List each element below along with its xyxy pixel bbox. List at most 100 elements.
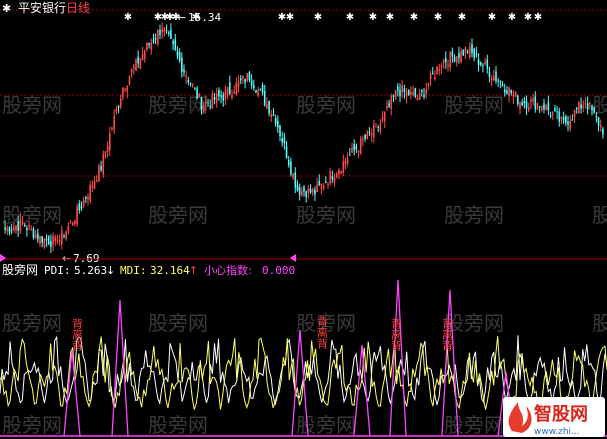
candle <box>460 47 462 64</box>
xin-label: 小心指数: <box>204 263 252 277</box>
star-marker-icon: ✱ <box>124 12 132 23</box>
candle <box>434 70 436 81</box>
watermark-text: 股旁网 <box>296 203 356 227</box>
candle <box>170 23 172 39</box>
candle <box>388 99 390 109</box>
star-marker-icon: ✱ <box>2 2 11 15</box>
candle <box>106 141 109 158</box>
candle <box>191 82 194 88</box>
candle <box>268 100 270 117</box>
chart-period: 日线 <box>66 1 90 15</box>
candle <box>373 120 375 144</box>
candle <box>418 88 421 101</box>
candle <box>246 73 249 83</box>
candle <box>410 86 412 100</box>
stock-chart: 股旁网股旁网股旁网股旁网股旁网股旁网股旁网股旁网股旁网股旁网股旁网股旁网股旁网股… <box>0 0 607 437</box>
candle <box>322 182 325 191</box>
scroll-left-icon[interactable] <box>0 254 6 262</box>
candle <box>449 50 451 72</box>
candle <box>534 91 537 113</box>
candle <box>342 154 345 177</box>
candle <box>220 90 222 104</box>
site-logo[interactable]: 智股网 www.zhi... <box>503 397 605 437</box>
indicator-name: 股旁网 <box>2 262 38 277</box>
candle <box>189 82 192 87</box>
candle <box>458 46 460 64</box>
candle <box>589 101 591 110</box>
candle <box>290 157 292 177</box>
candle <box>58 234 61 246</box>
candle <box>327 181 329 189</box>
scroll-right-icon[interactable] <box>290 254 296 262</box>
candle <box>536 102 539 110</box>
candle <box>157 29 159 47</box>
candle <box>597 116 600 132</box>
watermark-text: 股旁网 <box>444 413 504 437</box>
candle <box>209 99 211 110</box>
candle <box>416 94 419 101</box>
candle <box>495 66 497 84</box>
candle <box>547 95 550 115</box>
watermark-text: 股旁网 <box>2 93 62 117</box>
candle <box>41 235 43 248</box>
candle <box>462 49 465 56</box>
candle <box>473 47 475 62</box>
stock-name: 平安银行 <box>18 0 66 15</box>
candle <box>346 152 349 167</box>
candle <box>281 131 283 147</box>
watermark-text: 股旁网 <box>2 311 62 335</box>
candle <box>139 58 142 70</box>
watermark-text: 股旁网 <box>444 203 504 227</box>
candle <box>475 46 478 58</box>
candle <box>117 104 120 114</box>
star-marker-icon: ✱ <box>488 12 496 23</box>
candle <box>383 111 386 129</box>
candle <box>517 94 519 107</box>
candle <box>283 132 286 150</box>
candle <box>233 85 235 95</box>
candle <box>469 42 471 60</box>
candle <box>508 86 510 103</box>
candle <box>196 86 198 100</box>
candle <box>52 232 54 252</box>
candle <box>296 180 299 192</box>
candle <box>91 180 94 193</box>
candle <box>98 163 100 182</box>
candle <box>340 170 342 175</box>
candle <box>222 91 225 107</box>
candle <box>141 46 144 61</box>
candle <box>176 46 179 60</box>
candle <box>128 75 131 86</box>
candle <box>248 71 251 83</box>
candle <box>405 88 408 104</box>
candle <box>582 100 585 113</box>
candle <box>259 88 262 91</box>
star-marker-icon: ✱ <box>286 12 294 23</box>
candle <box>397 82 399 97</box>
candle <box>263 84 266 107</box>
candle <box>194 87 196 91</box>
candle <box>436 65 438 75</box>
candle <box>427 82 430 90</box>
pdi-arrow-icon: ↓ <box>106 264 115 277</box>
logo-name: 智股网 <box>534 403 588 425</box>
candle <box>575 107 578 114</box>
candle <box>69 220 72 224</box>
candle <box>224 85 227 106</box>
candle <box>56 235 59 244</box>
candle <box>309 184 312 195</box>
candle <box>344 157 347 170</box>
candle <box>285 140 288 159</box>
candle <box>429 70 432 86</box>
candle <box>538 105 541 113</box>
candle <box>554 104 556 112</box>
candle <box>270 109 273 122</box>
candle <box>311 187 314 197</box>
candle <box>471 38 473 58</box>
candle <box>527 102 530 113</box>
candle <box>578 100 580 114</box>
candle <box>599 119 602 132</box>
candle <box>445 51 447 69</box>
candle <box>104 151 107 159</box>
candle <box>255 89 257 94</box>
